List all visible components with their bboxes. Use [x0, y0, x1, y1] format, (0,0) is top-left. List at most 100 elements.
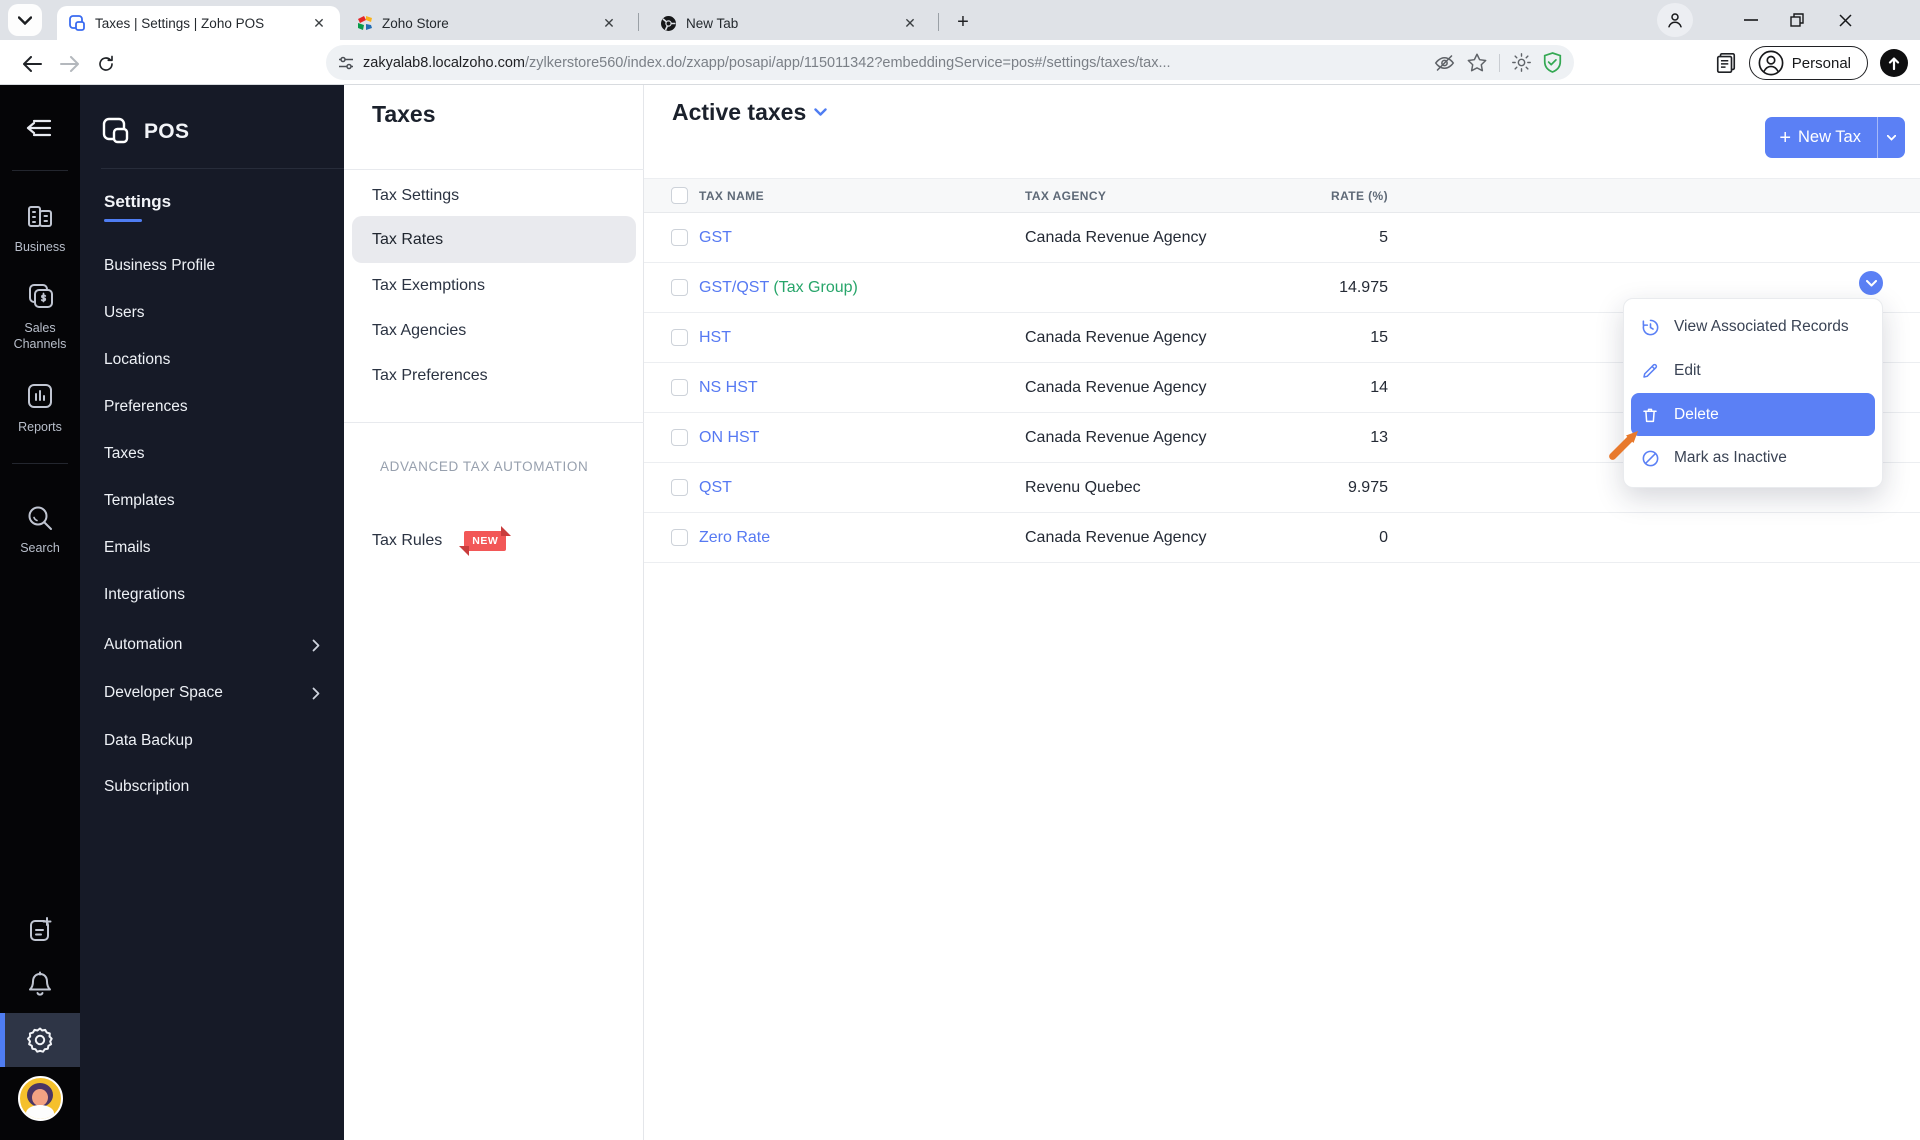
- row-checkbox[interactable]: [671, 379, 688, 396]
- nav-section-settings: Settings: [104, 192, 172, 211]
- brightness-icon[interactable]: [1512, 53, 1531, 72]
- table-row: GST Canada Revenue Agency 5: [644, 213, 1920, 263]
- pos-favicon: [69, 14, 85, 31]
- sidebar-item-templates[interactable]: Templates: [104, 492, 320, 510]
- panel-item-tax-agencies[interactable]: Tax Agencies: [372, 322, 616, 340]
- eye-off-icon[interactable]: [1434, 54, 1455, 72]
- chrome-profile-button[interactable]: [1657, 3, 1693, 37]
- tax-name-link[interactable]: GST: [699, 229, 1025, 247]
- bookmark-star-icon[interactable]: [1467, 53, 1487, 72]
- reload-button[interactable]: [89, 47, 123, 81]
- tab-close-icon[interactable]: ✕: [310, 14, 328, 32]
- sidebar-item-subscription[interactable]: Subscription: [104, 778, 320, 796]
- sidebar-item-users[interactable]: Users: [104, 304, 320, 322]
- notifications-button[interactable]: [0, 970, 80, 1000]
- rail-item-business[interactable]: Business: [0, 200, 80, 255]
- sidebar-item-locations[interactable]: Locations: [104, 351, 320, 369]
- reading-list-icon[interactable]: [1715, 52, 1737, 74]
- row-checkbox[interactable]: [671, 529, 688, 546]
- table-header: TAX NAME TAX AGENCY RATE (%): [644, 178, 1920, 213]
- panel-item-tax-settings[interactable]: Tax Settings: [372, 187, 616, 205]
- new-tax-split-button: + New Tax: [1765, 117, 1905, 158]
- url-text: zakyalab8.localzoho.com/zylkerstore560/i…: [363, 55, 1424, 71]
- row-actions-menu: View Associated Records Edit Delete Mark…: [1623, 298, 1883, 488]
- chevron-down-icon: [1865, 279, 1877, 286]
- menu-item-edit[interactable]: Edit: [1624, 349, 1882, 393]
- window-restore-button[interactable]: [1774, 0, 1820, 40]
- row-actions-button[interactable]: [1859, 271, 1883, 295]
- sidebar-item-developer-space[interactable]: Developer Space: [104, 684, 320, 702]
- row-checkbox[interactable]: [671, 479, 688, 496]
- forward-button[interactable]: [52, 47, 86, 81]
- tax-name-link[interactable]: QST: [699, 479, 1025, 497]
- close-icon: [1838, 13, 1852, 27]
- tax-agency-cell: Canada Revenue Agency: [1025, 328, 1207, 346]
- tab-title: Zoho Store: [382, 15, 449, 31]
- nav-divider: [101, 168, 344, 169]
- site-settings-icon: [339, 56, 353, 69]
- chevron-right-icon: [312, 639, 320, 652]
- menu-item-view-associated-records[interactable]: View Associated Records: [1624, 305, 1882, 349]
- row-checkbox[interactable]: [671, 429, 688, 446]
- pointer-arrow: [1600, 427, 1642, 469]
- new-tab-button[interactable]: +: [948, 8, 978, 36]
- row-checkbox[interactable]: [671, 329, 688, 346]
- sidebar-item-automation[interactable]: Automation: [104, 636, 320, 654]
- forward-icon: [59, 56, 79, 72]
- brand-name: POS: [144, 120, 190, 143]
- tab-taxes-settings[interactable]: Taxes | Settings | Zoho POS ✕: [57, 6, 340, 40]
- tax-name-link[interactable]: GST/QST (Tax Group): [699, 279, 1025, 297]
- window-close-button[interactable]: [1822, 0, 1868, 40]
- new-tax-button[interactable]: + New Tax: [1765, 117, 1877, 158]
- tax-name: ON HST: [699, 428, 760, 446]
- tax-name-link[interactable]: ON HST: [699, 429, 1025, 447]
- table-row: Zero Rate Canada Revenue Agency 0: [644, 513, 1920, 563]
- rail-item-reports[interactable]: Reports: [0, 380, 80, 435]
- screen: Taxes | Settings | Zoho POS ✕ Zoho Store…: [0, 0, 1920, 1140]
- back-button[interactable]: [15, 47, 49, 81]
- sidebar-item-business-profile[interactable]: Business Profile: [104, 257, 320, 275]
- rail-item-search[interactable]: Search: [0, 503, 80, 556]
- sidebar-item-preferences[interactable]: Preferences: [104, 398, 320, 416]
- rail-item-sales-channels[interactable]: Sales Channels: [0, 281, 80, 353]
- active-taxes-selector[interactable]: Active taxes: [672, 99, 827, 126]
- new-tax-dropdown-button[interactable]: [1877, 117, 1905, 158]
- tab-search-button[interactable]: [8, 4, 42, 36]
- panel-item-tax-rates-selected[interactable]: Tax Rates: [352, 216, 636, 263]
- tax-name-link[interactable]: HST: [699, 329, 1025, 347]
- collapse-sidebar-button[interactable]: [0, 113, 80, 143]
- security-shield-icon[interactable]: [1543, 52, 1562, 73]
- panel-item-tax-exemptions[interactable]: Tax Exemptions: [372, 277, 616, 295]
- sidebar-item-taxes[interactable]: Taxes: [104, 445, 320, 463]
- new-tax-label: New Tax: [1798, 128, 1861, 146]
- panel-item-tax-preferences[interactable]: Tax Preferences: [372, 367, 616, 385]
- tax-agency-cell: Canada Revenue Agency: [1025, 528, 1207, 546]
- sidebar-item-integrations[interactable]: Integrations: [104, 586, 320, 604]
- tab-close-icon[interactable]: ✕: [901, 14, 919, 32]
- tax-name-link[interactable]: NS HST: [699, 379, 1025, 397]
- tab-title: New Tab: [686, 15, 739, 31]
- panel-item-label: Tax Rules: [372, 532, 443, 549]
- tab-close-icon[interactable]: ✕: [600, 14, 618, 32]
- row-checkbox[interactable]: [671, 229, 688, 246]
- window-minimize-button[interactable]: [1728, 0, 1774, 40]
- url-bar[interactable]: zakyalab8.localzoho.com/zylkerstore560/i…: [326, 45, 1574, 80]
- menu-item-delete[interactable]: Delete: [1631, 393, 1875, 436]
- invite-user-button[interactable]: [0, 915, 80, 945]
- browser-profile-pill[interactable]: Personal: [1748, 46, 1868, 80]
- sidebar-item-emails[interactable]: Emails: [104, 539, 320, 557]
- menu-item-mark-as-inactive[interactable]: Mark as Inactive: [1624, 436, 1882, 480]
- menu-item-label: Mark as Inactive: [1674, 449, 1787, 466]
- menu-item-label: Edit: [1674, 362, 1701, 379]
- tax-rate-cell: 9.975: [1347, 478, 1388, 496]
- settings-rail-button[interactable]: [0, 1013, 80, 1067]
- user-avatar[interactable]: [18, 1076, 63, 1121]
- tab-zoho-store[interactable]: Zoho Store ✕: [345, 6, 630, 40]
- browser-update-button[interactable]: [1880, 49, 1908, 77]
- row-checkbox[interactable]: [671, 279, 688, 296]
- tab-new-tab[interactable]: New Tab ✕: [648, 6, 931, 40]
- tax-name-link[interactable]: Zero Rate: [699, 529, 1025, 547]
- select-all-checkbox[interactable]: [671, 187, 688, 204]
- sidebar-item-data-backup[interactable]: Data Backup: [104, 732, 320, 750]
- panel-item-tax-rules[interactable]: Tax Rules NEW: [372, 526, 512, 556]
